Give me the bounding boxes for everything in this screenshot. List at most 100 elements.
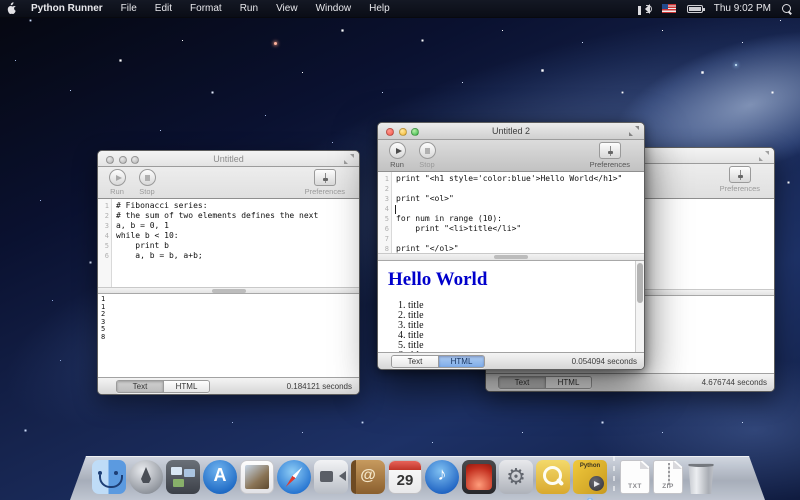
ical-icon[interactable]: 29 xyxy=(388,460,422,494)
fullscreen-icon[interactable] xyxy=(344,154,354,164)
segment-html-button[interactable]: HTML xyxy=(163,381,209,392)
safari-icon[interactable] xyxy=(277,460,311,494)
mission-control-icon[interactable] xyxy=(166,460,200,494)
code-line: 2 xyxy=(378,184,644,194)
line-number: 4 xyxy=(98,231,112,241)
zoom-button[interactable] xyxy=(131,156,139,164)
footer-bar: Text HTML 0.054094 seconds xyxy=(378,352,644,369)
fullscreen-icon[interactable] xyxy=(629,126,639,136)
run-button[interactable]: Run xyxy=(106,169,128,196)
code-text: a, b = b, a+b; xyxy=(112,251,203,261)
zoom-button[interactable] xyxy=(411,128,419,136)
rendered-heading: Hello World xyxy=(388,269,644,291)
finder-icon[interactable] xyxy=(92,460,126,494)
segment-text-button[interactable]: Text xyxy=(499,377,545,388)
output-mode-segment: Text HTML xyxy=(116,380,210,393)
window-untitled-2: Untitled 2 Run Stop Preferences xyxy=(377,122,645,370)
code-line: 3 print "<ol>" xyxy=(378,194,644,204)
segment-html-button[interactable]: HTML xyxy=(545,377,591,388)
title-bar[interactable]: Untitled 2 xyxy=(378,123,644,140)
code-text: print "<h1 style='color:blue'>Hello Worl… xyxy=(392,174,622,184)
menu-clock[interactable]: Thu 9:02 PM xyxy=(714,3,771,14)
fullscreen-icon[interactable] xyxy=(759,151,769,161)
scrollbar-thumb[interactable] xyxy=(212,289,246,293)
footer-bar: Text HTML 4.676744 seconds xyxy=(486,373,774,391)
horizontal-scrollbar[interactable] xyxy=(98,287,359,294)
rendered-list-item: title xyxy=(408,321,644,331)
wallpaper-red-star xyxy=(274,42,277,45)
menu-view[interactable]: View xyxy=(267,3,307,14)
itunes-icon[interactable] xyxy=(425,460,459,494)
play-icon xyxy=(109,169,126,186)
stop-button[interactable]: Stop xyxy=(416,142,438,169)
output-line: 1 xyxy=(101,304,359,312)
calendar-header xyxy=(389,461,421,470)
line-number: 1 xyxy=(98,201,112,211)
dock-divider xyxy=(610,456,617,494)
system-preferences-icon[interactable] xyxy=(499,460,533,494)
menu-edit[interactable]: Edit xyxy=(146,3,181,14)
output-line: 8 xyxy=(101,334,359,342)
code-text xyxy=(392,234,396,244)
html-output-pane[interactable]: Hello World titletitletitletitletitletit… xyxy=(378,261,644,354)
preferences-slider-icon xyxy=(729,166,751,183)
apple-menu-icon[interactable] xyxy=(0,0,22,17)
vertical-scrollbar[interactable] xyxy=(635,261,644,354)
segment-html-button[interactable]: HTML xyxy=(438,356,484,367)
output-pane[interactable]: 112358 xyxy=(98,294,359,379)
run-button[interactable]: Run xyxy=(386,142,408,169)
scrollbar-thumb[interactable] xyxy=(494,255,528,259)
txt-file-icon[interactable]: TXT xyxy=(620,460,650,494)
stop-icon xyxy=(139,169,156,186)
preferences-slider-icon xyxy=(599,142,621,159)
volume-icon[interactable] xyxy=(638,4,651,14)
battery-icon[interactable] xyxy=(687,5,703,13)
app-menu-title[interactable]: Python Runner xyxy=(22,3,112,14)
input-source-flag-icon[interactable] xyxy=(662,4,676,13)
code-text: # Fibonacci series: xyxy=(112,201,208,211)
code-text: while b < 10: xyxy=(112,231,179,241)
code-editor[interactable]: 1 # Fibonacci series: 2 # the sum of two… xyxy=(98,199,359,287)
menu-format[interactable]: Format xyxy=(181,3,231,14)
menu-file[interactable]: File xyxy=(112,3,146,14)
menu-help[interactable]: Help xyxy=(360,3,399,14)
minimize-button[interactable] xyxy=(399,128,407,136)
facetime-icon[interactable] xyxy=(314,460,348,494)
launchpad-icon[interactable] xyxy=(129,460,163,494)
trash-icon[interactable] xyxy=(686,463,716,494)
line-number: 4 xyxy=(378,204,392,214)
rendered-list-item: title xyxy=(408,301,644,311)
menu-window[interactable]: Window xyxy=(307,3,361,14)
preferences-button[interactable]: Preferences xyxy=(590,142,630,169)
code-editor[interactable]: 1 print "<h1 style='color:blue'>Hello Wo… xyxy=(378,172,644,253)
stop-button[interactable]: Stop xyxy=(136,169,158,196)
preferences-button[interactable]: Preferences xyxy=(720,166,760,193)
text-caret xyxy=(395,205,396,214)
code-line: 3 a, b = 0, 1 xyxy=(98,221,359,231)
close-button[interactable] xyxy=(386,128,394,136)
address-book-icon[interactable] xyxy=(351,460,385,494)
preferences-button[interactable]: Preferences xyxy=(305,169,345,196)
minimize-button[interactable] xyxy=(119,156,127,164)
horizontal-scrollbar[interactable] xyxy=(378,253,644,261)
menu-run[interactable]: Run xyxy=(231,3,267,14)
code-line: 6 a, b = b, a+b; xyxy=(98,251,359,261)
close-button[interactable] xyxy=(106,156,114,164)
photo-booth-icon[interactable] xyxy=(462,460,496,494)
title-bar[interactable]: Untitled xyxy=(98,151,359,167)
segment-text-button[interactable]: Text xyxy=(392,356,438,367)
zip-file-icon[interactable]: ZIP xyxy=(653,460,683,494)
app-store-icon[interactable] xyxy=(203,460,237,494)
line-number: 2 xyxy=(378,184,392,194)
scrollbar-thumb[interactable] xyxy=(637,263,643,303)
preview-magnifier-icon[interactable] xyxy=(536,460,570,494)
spotlight-icon[interactable] xyxy=(782,4,792,14)
code-line: 1 print "<h1 style='color:blue'>Hello Wo… xyxy=(378,174,644,184)
mail-icon[interactable] xyxy=(240,460,274,494)
segment-text-button[interactable]: Text xyxy=(117,381,163,392)
window-title: Untitled 2 xyxy=(492,126,530,136)
python-runner-icon[interactable]: Python xyxy=(573,460,607,494)
dock: 29 Python TXT ZIP xyxy=(70,456,765,500)
execution-time: 4.676744 seconds xyxy=(702,378,767,387)
window-title: Untitled xyxy=(213,154,244,164)
